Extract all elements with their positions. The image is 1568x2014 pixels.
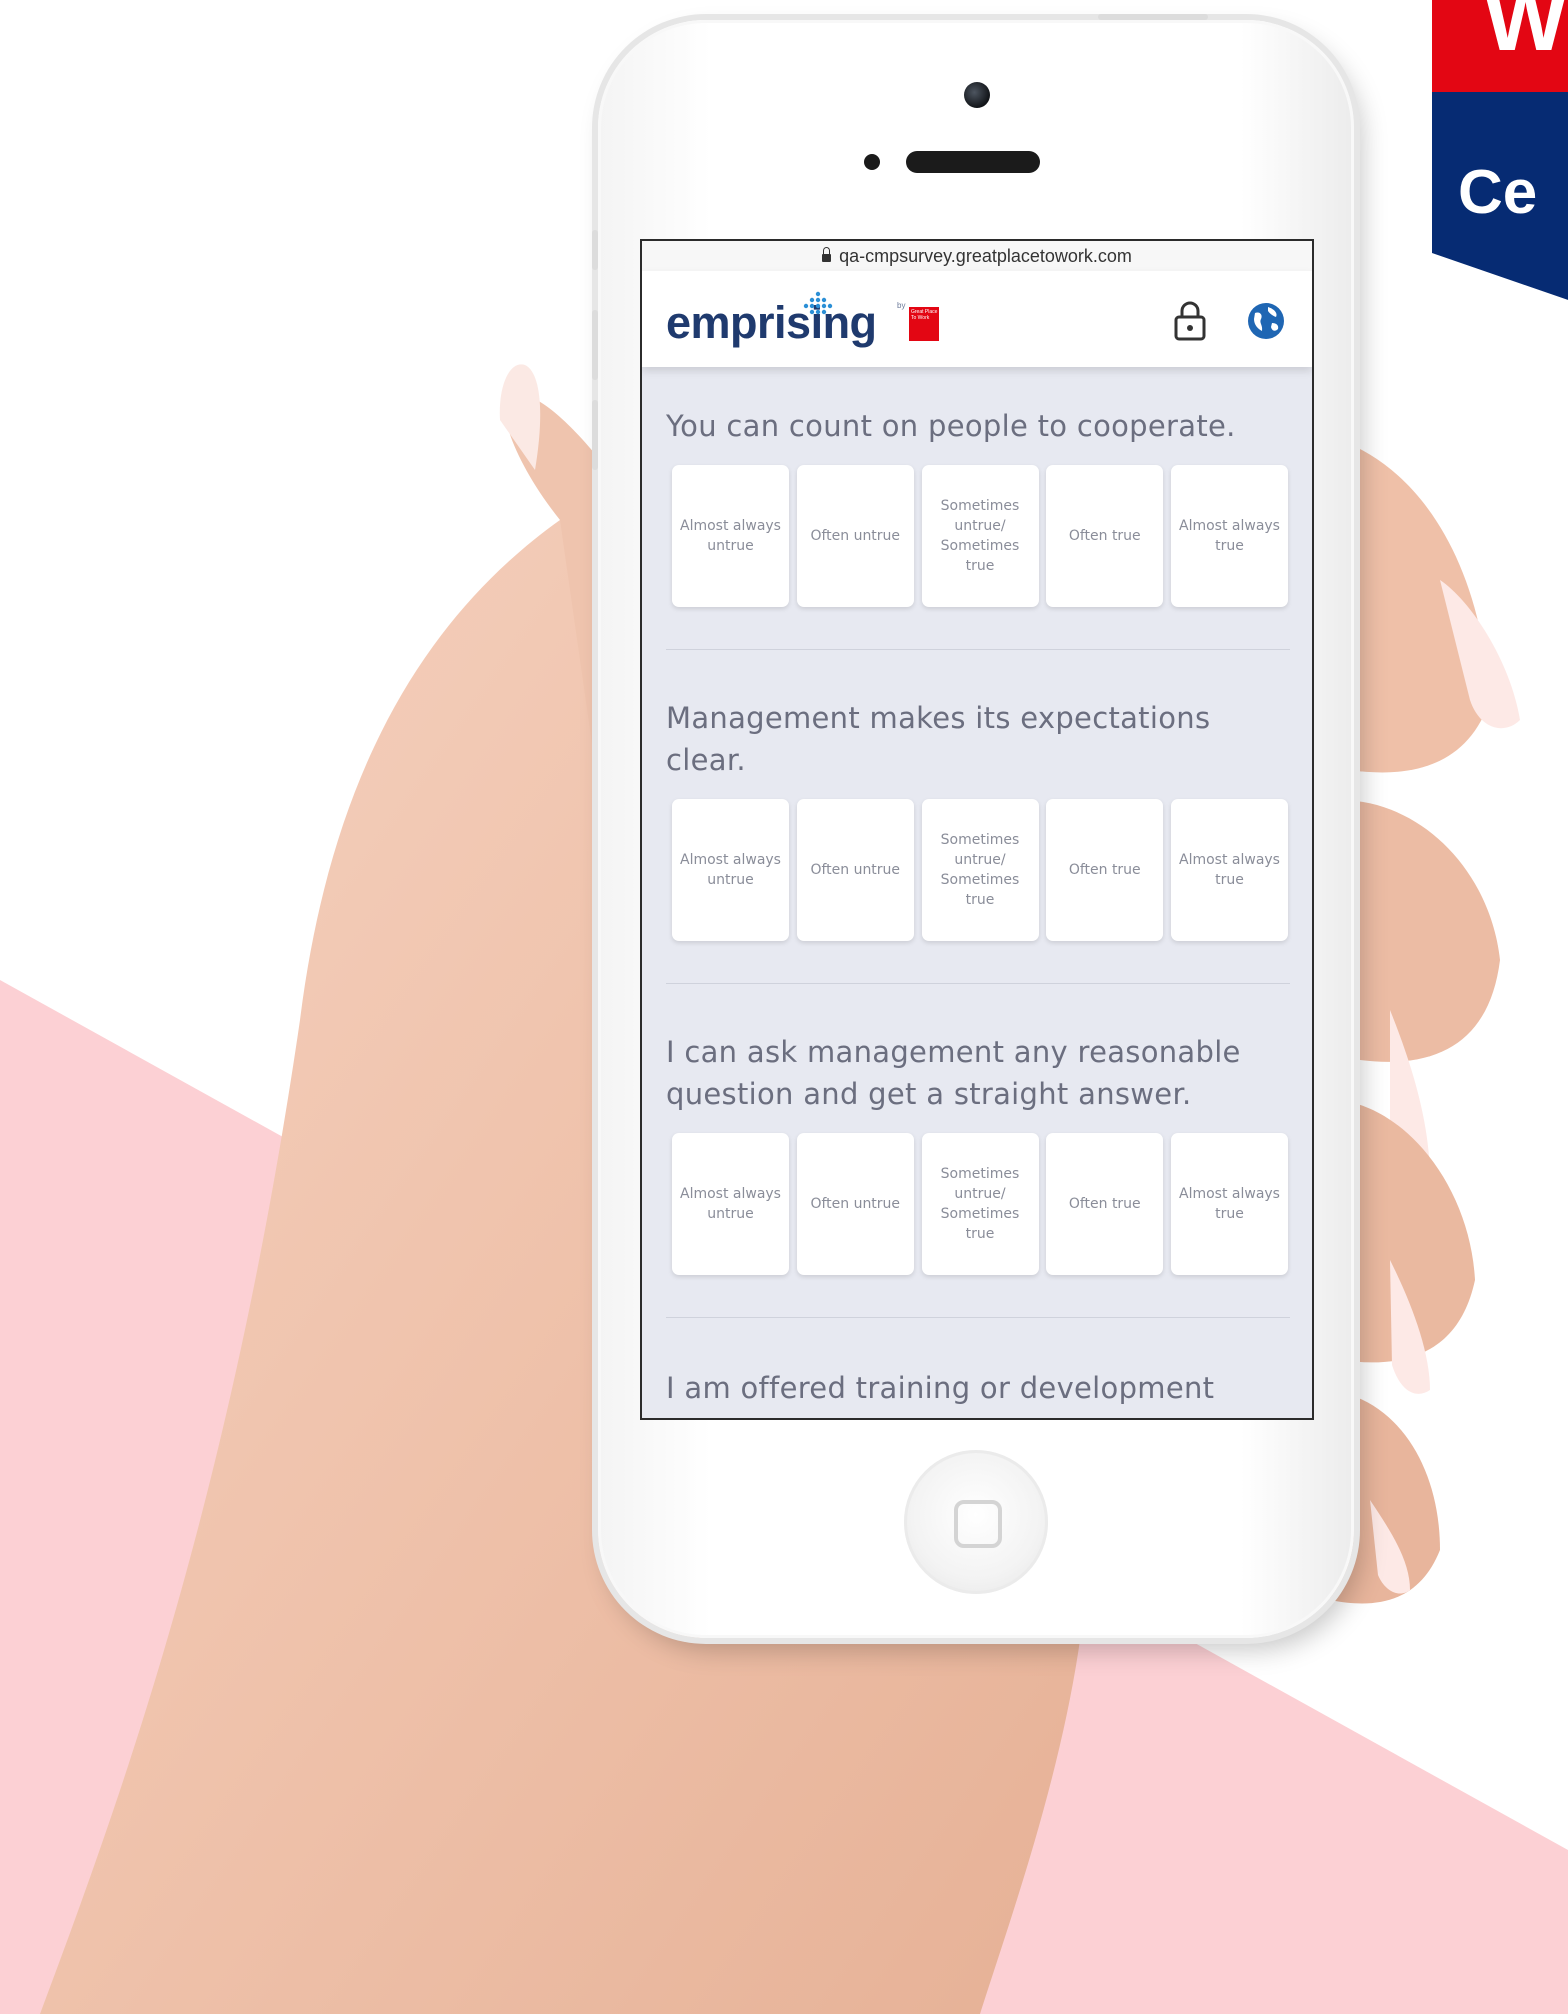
logo-by-label: by — [897, 301, 906, 310]
question-divider — [666, 649, 1290, 650]
q3-option-almost-always-true[interactable]: Almost always true — [1171, 1133, 1288, 1275]
earpiece-speaker — [906, 151, 1040, 173]
gptw-mark-text: Great Place To Work — [911, 309, 938, 321]
app-header: emprising by Great Place To Work — [642, 271, 1312, 367]
proximity-sensor — [864, 154, 880, 170]
lock-icon[interactable] — [1170, 299, 1210, 343]
q2-option-often-true[interactable]: Often true — [1046, 799, 1164, 941]
browser-url-bar[interactable]: qa-cmpsurvey.greatplacetowork.com — [642, 241, 1312, 271]
q1-option-sometimes[interactable]: Sometimes untrue/ Sometimes true — [921, 465, 1039, 607]
secure-lock-icon — [822, 247, 832, 262]
q3-option-sometimes[interactable]: Sometimes untrue/ Sometimes true — [921, 1133, 1039, 1275]
q1-option-often-true[interactable]: Often true — [1046, 465, 1164, 607]
front-camera — [964, 82, 990, 108]
question-4-text: I am offered training or development — [666, 1371, 1215, 1405]
question-divider — [666, 983, 1290, 984]
great-place-to-work-mark: Great Place To Work — [909, 307, 939, 341]
survey-content: You can count on people to cooperate. Al… — [642, 367, 1312, 1418]
q2-option-sometimes[interactable]: Sometimes untrue/ Sometimes true — [921, 799, 1039, 941]
question-divider — [666, 1317, 1290, 1318]
question-2-text: Management makes its expectations clear. — [666, 701, 1211, 777]
question-1-options: Almost always untrue Often untrue Someti… — [672, 465, 1288, 607]
home-square-icon — [954, 1500, 1002, 1548]
logo-dots-icon — [803, 291, 833, 315]
question-2-options: Almost always untrue Often untrue Someti… — [672, 799, 1288, 941]
phone-screen: qa-cmpsurvey.greatplacetowork.com empris… — [640, 239, 1314, 1420]
q1-option-almost-always-true[interactable]: Almost always true — [1171, 465, 1288, 607]
mute-switch — [592, 230, 598, 270]
volume-up-button — [592, 310, 598, 380]
logo-wordmark: emprising — [666, 297, 877, 348]
q1-option-often-untrue[interactable]: Often untrue — [796, 465, 914, 607]
url-text: qa-cmpsurvey.greatplacetowork.com — [839, 245, 1132, 266]
question-3-text: I can ask management any reasonable ques… — [666, 1035, 1241, 1111]
globe-icon[interactable] — [1246, 301, 1286, 341]
q2-option-often-untrue[interactable]: Often untrue — [796, 799, 914, 941]
question-3-options: Almost always untrue Often untrue Someti… — [672, 1133, 1288, 1275]
question-1-text: You can count on people to cooperate. — [666, 409, 1236, 443]
home-button[interactable] — [904, 1450, 1048, 1594]
q3-option-often-untrue[interactable]: Often untrue — [796, 1133, 914, 1275]
q2-option-almost-always-untrue[interactable]: Almost always untrue — [672, 799, 789, 941]
q2-option-almost-always-true[interactable]: Almost always true — [1171, 799, 1288, 941]
q1-option-almost-always-untrue[interactable]: Almost always untrue — [672, 465, 789, 607]
q3-option-often-true[interactable]: Often true — [1046, 1133, 1164, 1275]
power-button — [1098, 14, 1208, 20]
volume-down-button — [592, 400, 598, 470]
q3-option-almost-always-untrue[interactable]: Almost always untrue — [672, 1133, 789, 1275]
emprising-logo[interactable]: emprising by Great Place To Work — [666, 291, 939, 357]
